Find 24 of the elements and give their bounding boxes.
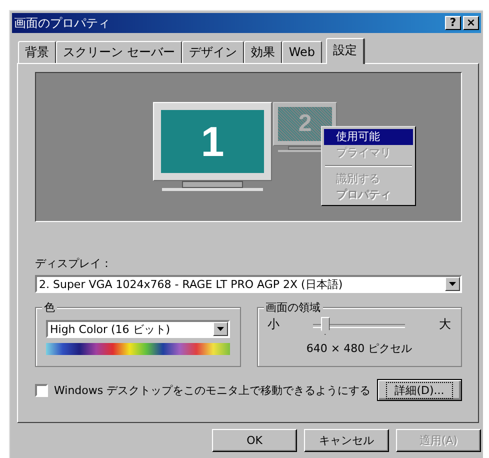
tab[interactable]: 背景 [18,41,56,63]
slider-thumb[interactable] [320,317,330,335]
dialog-button[interactable]: キャンセル [304,429,389,452]
menu-item[interactable]: 使用可能 [324,129,413,145]
advanced-button[interactable]: 詳細(D)... [377,379,462,401]
checkbox-label: Windows デスクトップをこのモニタ上で移動できるようにする [54,382,371,398]
min-label: 小 [268,316,280,333]
tab[interactable]: Web [282,41,322,63]
display-dropdown[interactable]: 2. Super VGA 1024x768 - RAGE LT PRO AGP 2X (日本語) [35,275,462,293]
tab[interactable]: 設定 [326,38,365,64]
max-label: 大 [439,316,451,333]
group-label: 色 [42,300,57,315]
tab[interactable]: 効果 [244,41,282,63]
help-button[interactable]: ? [445,16,461,30]
dialog-button[interactable]: OK [212,429,297,452]
resolution-reading: 640 × 480 ピクセル [305,341,414,356]
close-button[interactable]: × [463,16,479,30]
tab[interactable]: スクリーン セーバー [56,41,182,63]
display-label: ディスプレイ： [35,256,113,271]
tab[interactable]: デザイン [182,41,244,63]
color-dropdown[interactable]: High Color (16 ビット) [46,320,230,338]
checkbox[interactable] [35,384,48,396]
group-label: 画面の領域 [264,300,322,315]
window-title: 画面のプロパティ [14,14,110,32]
